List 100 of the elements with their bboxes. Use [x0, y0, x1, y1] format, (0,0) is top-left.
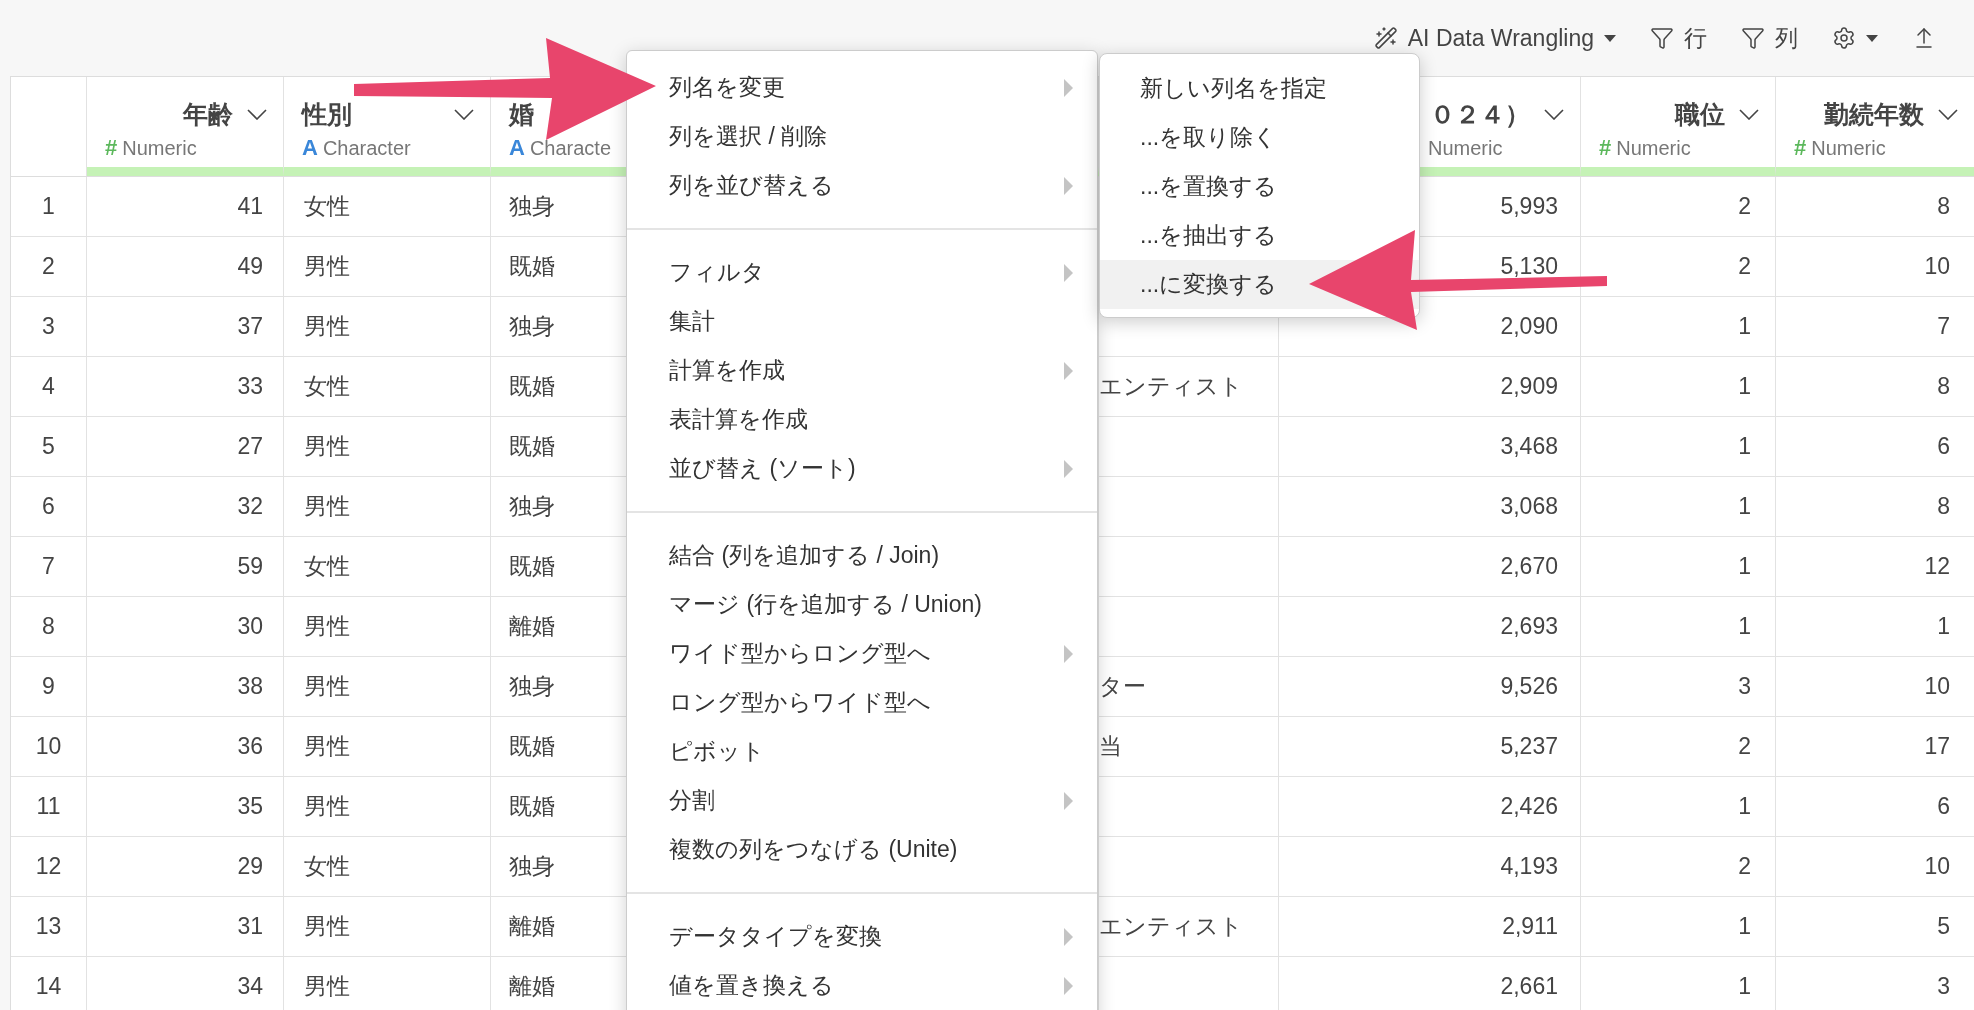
table-cell-text: 男性: [304, 432, 350, 461]
table-cell: 9,526: [1500, 673, 1558, 700]
table-cell: 38: [237, 673, 263, 700]
table-cell: 1: [1738, 613, 1751, 640]
table-cell-text: 男性: [304, 792, 350, 821]
chevron-down-icon: [454, 109, 474, 120]
column-type: Numeric: [1428, 136, 1503, 160]
table-cell: 37: [237, 313, 263, 340]
column-filter-button[interactable]: 列: [1739, 18, 1800, 58]
table-cell: 1: [1738, 493, 1751, 520]
menu-item-label: 並び替え (ソート): [669, 454, 856, 483]
menu-item[interactable]: 計算を作成: [669, 346, 1097, 395]
menu-item-label: 値を置き換える: [669, 971, 834, 1000]
menu-item-label: 複数の列をつなげる (Unite): [669, 835, 958, 864]
menu-item[interactable]: 列を選択 / 削除: [669, 112, 1097, 161]
table-cell: 7: [1937, 313, 1950, 340]
row-number: 14: [35, 973, 62, 1000]
column-type: Numeric: [1616, 136, 1691, 160]
table-cell: 2: [1738, 193, 1751, 220]
table-cell: 2: [1738, 853, 1751, 880]
menu-item[interactable]: マージ (行を追加する / Union): [669, 580, 1097, 629]
menu-item[interactable]: ...を取り除く: [1100, 113, 1419, 162]
table-cell: 2,670: [1500, 553, 1558, 580]
table-cell: 2,661: [1500, 973, 1558, 1000]
table-cell: 59: [237, 553, 263, 580]
type-icon: A: [302, 135, 318, 161]
table-cell: 2: [1738, 253, 1751, 280]
table-cell-text: 独身: [509, 852, 555, 881]
menu-item[interactable]: 分割: [669, 776, 1097, 825]
table-cell-text: 独身: [509, 312, 555, 341]
column-header[interactable]: 職位 # Numeric: [1581, 77, 1776, 176]
column-name: 性別: [302, 99, 352, 130]
table-cell: 2,911: [1502, 913, 1558, 940]
menu-item[interactable]: 列を並び替える: [669, 161, 1097, 210]
column-header[interactable]: 性別 A Character: [284, 77, 491, 176]
table-cell: 12: [1924, 553, 1950, 580]
table-cell-text: 当: [1099, 732, 1122, 761]
menu-item[interactable]: 結合 (列を追加する / Join): [669, 531, 1097, 580]
menu-item[interactable]: 複数の列をつなげる (Unite): [669, 825, 1097, 874]
table-cell-text: 既婚: [509, 552, 555, 581]
table-cell: 8: [1937, 193, 1950, 220]
table-cell: 1: [1738, 913, 1751, 940]
type-icon: A: [509, 135, 525, 161]
table-cell: 17: [1924, 733, 1950, 760]
column-header[interactable]: 年齢 # Numeric: [87, 77, 284, 176]
table-cell: 32: [237, 493, 263, 520]
table-cell: 4,193: [1500, 853, 1558, 880]
menu-item-label: マージ (行を追加する / Union): [669, 590, 982, 619]
menu-item[interactable]: 列名を変更: [669, 63, 1097, 112]
menu-item[interactable]: 表計算を作成: [669, 395, 1097, 444]
menu-item[interactable]: データタイプを変換: [669, 912, 1097, 961]
menu-item[interactable]: ロング型からワイド型へ: [669, 678, 1097, 727]
table-cell-text: 既婚: [509, 732, 555, 761]
menu-item[interactable]: ...を置換する: [1100, 162, 1419, 211]
column-name: ０２４）: [1430, 99, 1530, 130]
menu-item[interactable]: 集計: [669, 297, 1097, 346]
table-cell: 8: [1937, 373, 1950, 400]
table-cell-text: 女性: [304, 192, 350, 221]
table-cell: 1: [1738, 553, 1751, 580]
table-cell: 34: [237, 973, 263, 1000]
column-name: 勤続年数: [1824, 99, 1924, 130]
row-filter-button[interactable]: 行: [1648, 18, 1709, 58]
menu-item[interactable]: ワイド型からロング型へ: [669, 629, 1097, 678]
table-cell-text: 既婚: [509, 432, 555, 461]
table-cell: 6: [1937, 433, 1950, 460]
table-cell: 31: [237, 913, 263, 940]
table-cell: 1: [1738, 373, 1751, 400]
table-cell: 5,993: [1500, 193, 1558, 220]
table-cell: 2: [1738, 733, 1751, 760]
table-cell-text: エンティスト: [1099, 372, 1243, 401]
table-cell-text: 離婚: [509, 912, 555, 941]
table-cell-text: 女性: [304, 372, 350, 401]
table-cell-text: 男性: [304, 672, 350, 701]
table-cell: 5: [1937, 913, 1950, 940]
column-type: Numeric: [1811, 136, 1886, 160]
table-cell-text: 男性: [304, 252, 350, 281]
table-cell: 5,237: [1500, 733, 1558, 760]
table-cell: 49: [237, 253, 263, 280]
menu-item[interactable]: 並び替え (ソート): [669, 444, 1097, 493]
menu-item-label: ピボット: [669, 737, 765, 766]
menu-item[interactable]: フィルタ: [669, 248, 1097, 297]
menu-item[interactable]: ピボット: [669, 727, 1097, 776]
table-cell: 3: [1937, 973, 1950, 1000]
chevron-down-icon: [247, 109, 267, 120]
column-name: 年齢: [183, 99, 233, 130]
menu-item-label: ワイド型からロング型へ: [669, 639, 931, 668]
menu-item[interactable]: 値を置き換える: [669, 961, 1097, 1010]
row-number: 12: [35, 853, 62, 880]
table-cell-text: 男性: [304, 492, 350, 521]
table-cell: 35: [237, 793, 263, 820]
menu-item[interactable]: ...を抽出する: [1100, 211, 1419, 260]
row-number: 10: [35, 733, 62, 760]
column-name: 婚: [509, 99, 534, 130]
settings-icon: [1832, 26, 1856, 50]
menu-item[interactable]: 新しい列名を指定: [1100, 64, 1419, 113]
table-cell-text: 男性: [304, 912, 350, 941]
table-cell-text: 既婚: [509, 372, 555, 401]
row-number: 7: [42, 553, 55, 580]
table-cell: 36: [237, 733, 263, 760]
filter-icon: [1741, 26, 1765, 50]
